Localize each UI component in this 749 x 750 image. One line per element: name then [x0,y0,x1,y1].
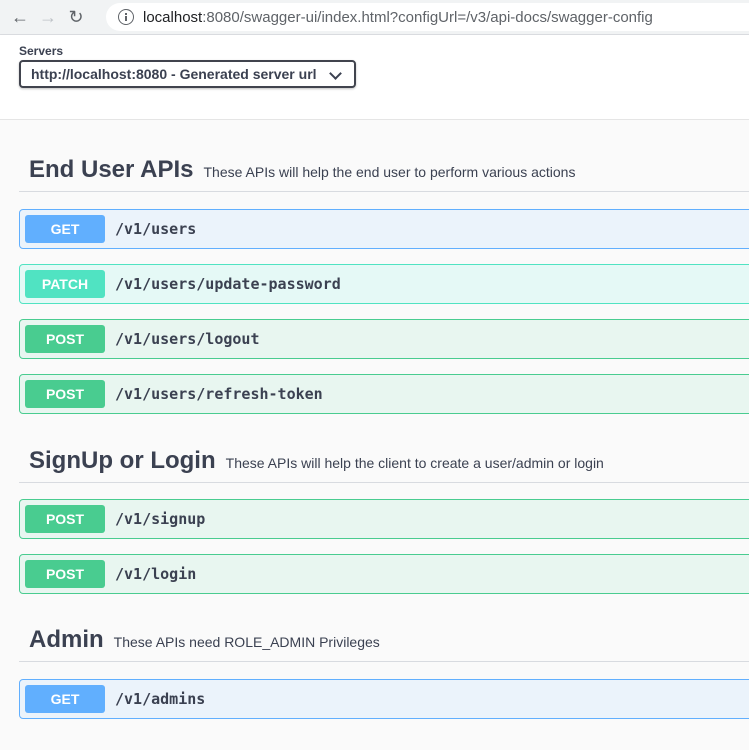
method-badge: GET [25,215,105,243]
servers-selected-value: http://localhost:8080 - Generated server… [31,66,317,82]
operation-post-login[interactable]: POST /v1/login [19,554,749,594]
browser-toolbar: ← → ↻ localhost:8080/swagger-ui/index.ht… [0,0,749,35]
forward-arrow-icon[interactable]: → [34,3,62,31]
chevron-down-icon [329,67,342,80]
tag-name: Admin [29,626,104,653]
operation-path: /v1/users/logout [115,330,260,348]
operation-post-signup[interactable]: POST /v1/signup [19,499,749,539]
address-bar[interactable]: localhost:8080/swagger-ui/index.html?con… [106,3,749,31]
url-rest: :8080/swagger-ui/index.html?configUrl=/v… [202,8,653,26]
servers-label: Servers [19,44,64,58]
method-badge: POST [25,325,105,353]
tag-description: These APIs will help the end user to per… [203,163,576,180]
url-host: localhost [143,8,203,26]
method-badge: GET [25,685,105,713]
servers-section: Servers http://localhost:8080 - Generate… [0,35,749,120]
operation-path: /v1/admins [115,690,206,708]
operation-post-refresh-token[interactable]: POST /v1/users/refresh-token [19,374,749,414]
method-badge: PATCH [25,270,105,298]
tag-description: These APIs need ROLE_ADMIN Privileges [113,633,380,650]
info-icon[interactable] [118,9,134,25]
operation-path: /v1/users/update-password [115,275,341,293]
method-badge: POST [25,505,105,533]
operation-path: /v1/login [115,565,197,583]
operation-path: /v1/users/refresh-token [115,385,323,403]
servers-select[interactable]: http://localhost:8080 - Generated server… [19,60,356,88]
operation-path: /v1/users [115,220,197,238]
tag-description: These APIs will help the client to creat… [225,454,604,471]
method-badge: POST [25,560,105,588]
operation-get-admins[interactable]: GET /v1/admins [19,679,749,719]
operation-get-users[interactable]: GET /v1/users [19,209,749,249]
tag-name: End User APIs [29,156,194,183]
tag-name: SignUp or Login [29,447,216,474]
reload-icon[interactable]: ↻ [62,3,90,31]
operation-post-logout[interactable]: POST /v1/users/logout [19,319,749,359]
operation-path: /v1/signup [115,510,206,528]
back-arrow-icon[interactable]: ← [6,3,34,31]
tag-header-signup-or-login[interactable]: SignUp or Login These APIs will help the… [19,440,749,483]
method-badge: POST [25,380,105,408]
tag-header-admin[interactable]: Admin These APIs need ROLE_ADMIN Privile… [19,619,749,662]
tag-header-end-user-apis[interactable]: End User APIs These APIs will help the e… [19,149,749,192]
operations-container: End User APIs These APIs will help the e… [0,120,749,750]
operation-patch-update-password[interactable]: PATCH /v1/users/update-password [19,264,749,304]
